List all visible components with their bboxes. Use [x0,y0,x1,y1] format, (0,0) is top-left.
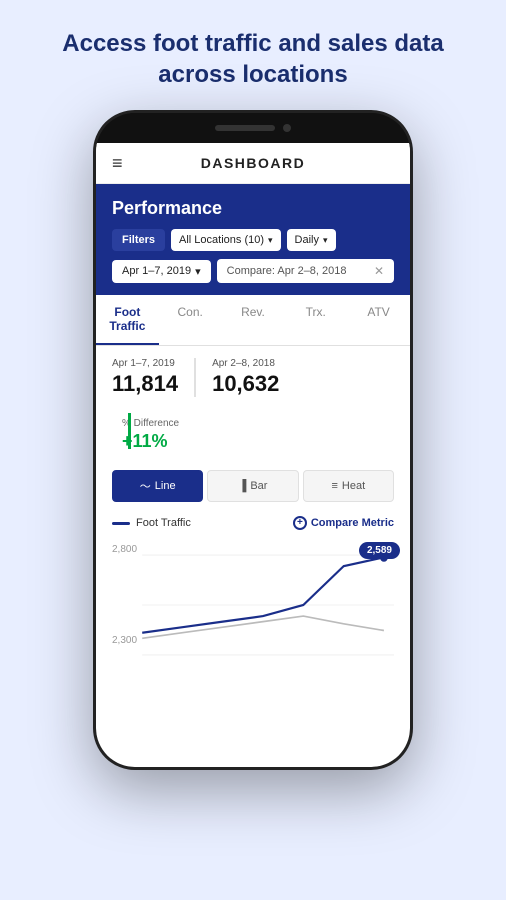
legend-label: Foot Traffic [136,517,191,529]
compare-stat-date: Apr 2–8, 2018 [212,358,279,369]
tab-conversion[interactable]: Con. [159,295,222,345]
diff-bar-indicator [128,413,131,449]
phone-camera [283,124,291,132]
frequency-filter[interactable]: Daily ▾ [287,229,336,251]
primary-stat-date: Apr 1–7, 2019 [112,358,178,369]
compare-stat-value: 10,632 [212,371,279,397]
compare-range-picker[interactable]: Compare: Apr 2–8, 2018 ✕ [217,259,394,283]
tab-transactions[interactable]: Trx. [284,295,347,345]
performance-title: Performance [112,198,394,219]
diff-section: % Difference +11% [96,409,410,462]
menu-icon[interactable]: ≡ [112,153,123,174]
compare-metric-button[interactable]: + Compare Metric [293,516,394,530]
tab-foot-traffic[interactable]: Foot Traffic [96,295,159,345]
date-range-picker[interactable]: Apr 1–7, 2019 ▾ [112,260,211,283]
date-arrow-icon: ▾ [195,265,201,278]
line-chart-svg [112,544,394,666]
page-headline: Access foot traffic and sales data acros… [0,0,506,110]
phone-screen: ≡ DASHBOARD Performance Filters All Loca… [96,143,410,767]
performance-section: Performance Filters All Locations (10) ▾… [96,184,410,295]
bar-icon: ▐ [239,480,247,492]
chart-tooltip: 2,589 [359,542,400,559]
diff-wrapper: % Difference +11% [112,413,394,452]
diff-value: +11% [122,431,394,452]
tab-revenue[interactable]: Rev. [222,295,285,345]
heat-icon: ≡ [331,480,337,492]
line-chart-button[interactable]: 〜 Line [112,470,203,502]
filters-button[interactable]: Filters [112,229,165,251]
line-icon: 〜 [140,478,151,494]
phone-speaker [215,125,275,131]
filter-row: Filters All Locations (10) ▾ Daily ▾ [112,229,394,251]
legend-line-indicator [112,522,130,525]
date-row: Apr 1–7, 2019 ▾ Compare: Apr 2–8, 2018 ✕ [112,259,394,283]
close-compare-icon[interactable]: ✕ [374,264,384,278]
frequency-arrow-icon: ▾ [323,235,328,246]
compare-metric-label: Compare Metric [311,517,394,529]
tab-atv[interactable]: ATV [347,295,410,345]
phone-top-bar [96,113,410,143]
compare-stat: Apr 2–8, 2018 10,632 [194,358,279,397]
app-title: DASHBOARD [201,155,306,171]
phone-mockup: ≡ DASHBOARD Performance Filters All Loca… [93,110,413,770]
y-axis-bottom-label: 2,300 [112,635,137,646]
chart-area: 2,800 2,300 2,589 [96,536,410,666]
bar-chart-button[interactable]: ▐ Bar [207,470,298,502]
y-axis-top-label: 2,800 [112,544,137,555]
app-header: ≡ DASHBOARD [96,143,410,184]
heat-chart-button[interactable]: ≡ Heat [303,470,394,502]
chart-type-row: 〜 Line ▐ Bar ≡ Heat [96,462,410,510]
location-arrow-icon: ▾ [268,235,273,246]
metric-tabs: Foot Traffic Con. Rev. Trx. ATV [96,295,410,346]
primary-stat: Apr 1–7, 2019 11,814 [112,358,178,397]
primary-stat-value: 11,814 [112,371,178,397]
chart-legend: Foot Traffic + Compare Metric [96,510,410,536]
plus-circle-icon: + [293,516,307,530]
location-filter[interactable]: All Locations (10) ▾ [171,229,281,251]
stats-section: Apr 1–7, 2019 11,814 Apr 2–8, 2018 10,63… [96,346,410,409]
foot-traffic-legend: Foot Traffic [112,517,191,529]
